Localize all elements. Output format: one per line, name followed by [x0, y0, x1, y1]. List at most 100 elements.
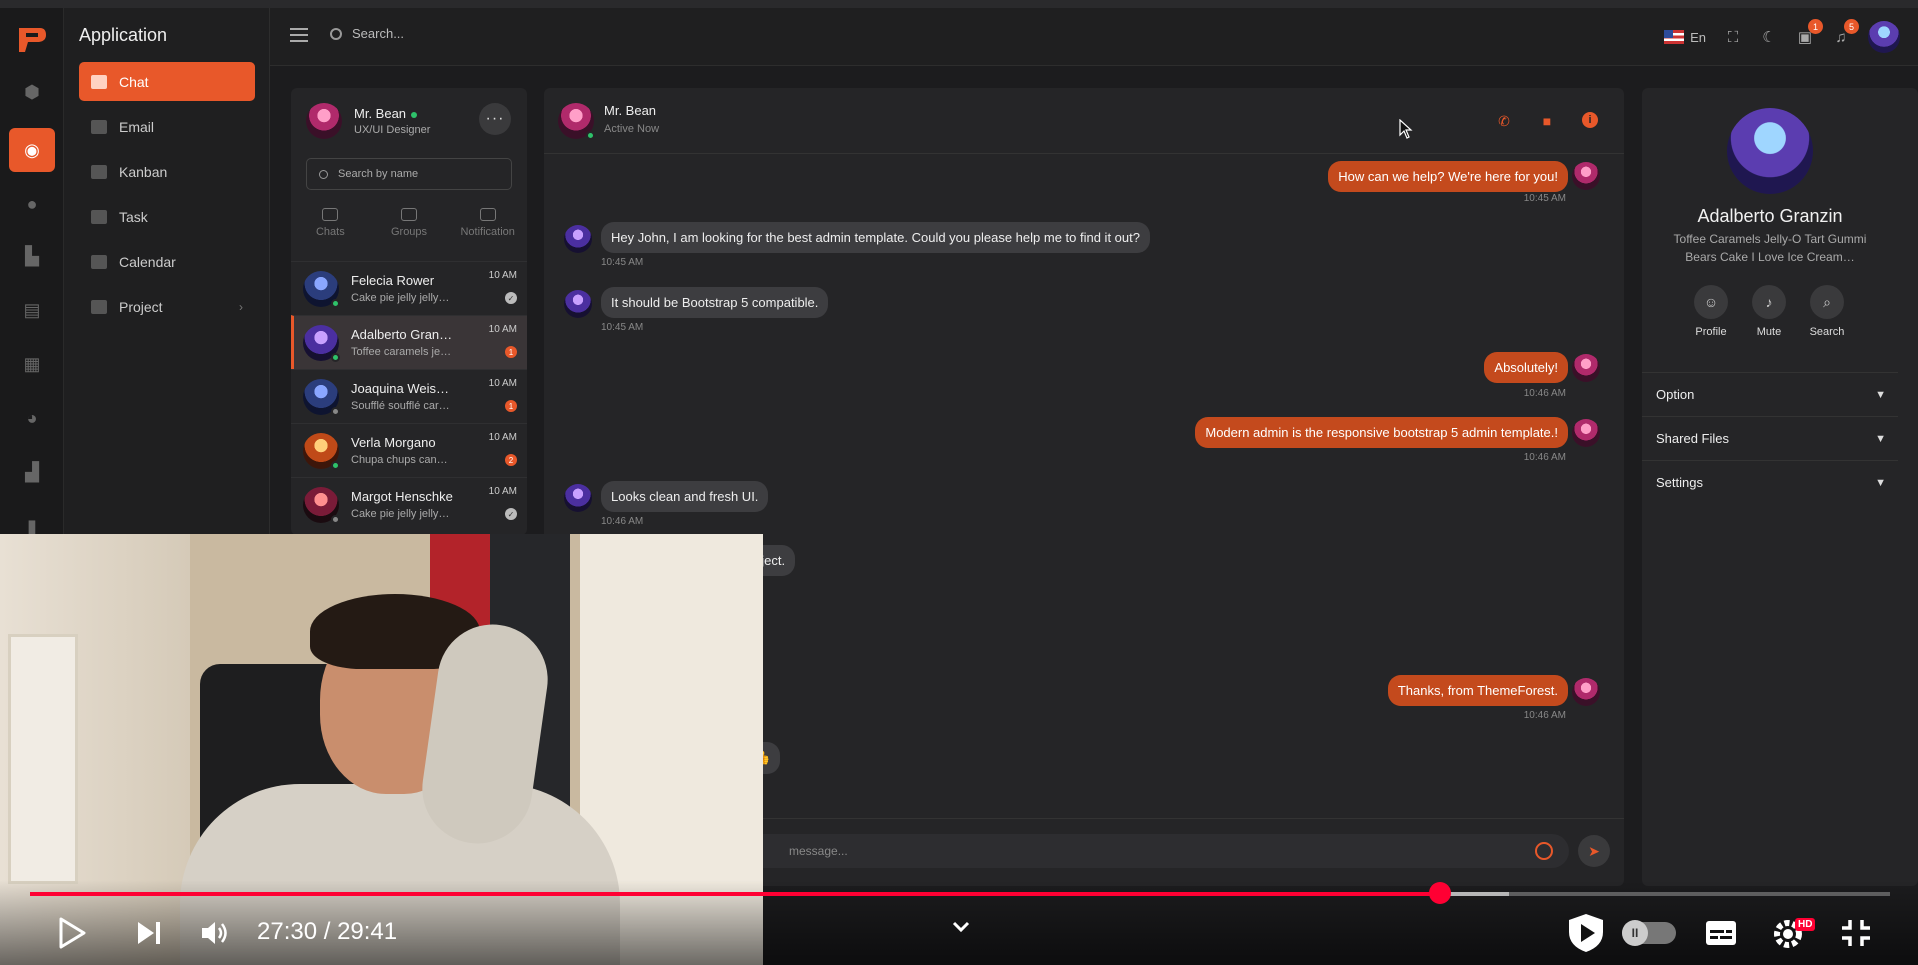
- contact-item[interactable]: Joaquina Weis… Soufflé soufflé car… 10 AM…: [291, 369, 527, 423]
- contact-item[interactable]: Verla Morgano Chupa chups can… 10 AM 2: [291, 423, 527, 477]
- read-check-icon: ✓: [505, 292, 517, 304]
- chevron-down-icon: ▼: [1875, 476, 1886, 489]
- search-icon: [330, 27, 342, 40]
- chat-icon: [91, 74, 107, 89]
- video-call-icon[interactable]: ■: [1538, 112, 1556, 130]
- chevron-down-icon[interactable]: [951, 920, 971, 934]
- top-header: Search... En ⛶ ☾ ▣ 1 ♫ 5: [270, 8, 1918, 66]
- autoplay-toggle[interactable]: II: [1622, 920, 1676, 946]
- video-progress-bar[interactable]: [30, 892, 1890, 896]
- message-avatar: [564, 290, 592, 318]
- menu-toggle-icon[interactable]: [290, 28, 308, 42]
- bell-icon: [479, 208, 496, 221]
- language-label[interactable]: En: [1690, 30, 1706, 45]
- info-icon[interactable]: i: [1582, 112, 1598, 128]
- message-incoming: Looks clean and fresh UI.: [601, 481, 769, 512]
- profile-avatar: [1727, 108, 1813, 194]
- message-avatar: [1572, 678, 1600, 706]
- send-button[interactable]: ➤: [1578, 835, 1610, 867]
- message-avatar: [564, 484, 592, 512]
- message-avatar: [1572, 419, 1600, 447]
- app-logo[interactable]: [16, 24, 48, 56]
- nav-chat[interactable]: Chat: [79, 62, 255, 101]
- nav-calendar[interactable]: Calendar: [79, 242, 255, 281]
- contact-avatar: [303, 378, 340, 416]
- contact-tabs: Chats Groups Notification: [291, 208, 527, 244]
- message-avatar: [1572, 162, 1600, 190]
- shared-files-section[interactable]: Shared Files ▼: [1642, 416, 1898, 460]
- exit-fullscreen-icon[interactable]: [1840, 918, 1872, 948]
- option-section[interactable]: Option ▼: [1642, 372, 1898, 416]
- video-timecode: 27:30 / 29:41: [257, 918, 398, 945]
- notification-badge: 5: [1844, 19, 1859, 34]
- play-icon[interactable]: [58, 917, 86, 949]
- nav-kanban[interactable]: Kanban: [79, 152, 255, 191]
- chevron-down-icon: ▼: [1875, 388, 1886, 401]
- more-options-button[interactable]: ···: [479, 103, 511, 135]
- message-outgoing: Thanks, from ThemeForest.: [1387, 675, 1568, 706]
- search-icon: [319, 169, 328, 179]
- profile-action-button[interactable]: ☺ Profile: [1688, 285, 1734, 338]
- widgets-icon[interactable]: ▦: [20, 352, 44, 376]
- tab-notification[interactable]: Notification: [448, 208, 527, 244]
- apps-icon[interactable]: ◉: [9, 128, 55, 172]
- bell-icon[interactable]: ♫ 5: [1832, 19, 1859, 46]
- profile-bio: Toffee Caramels Jelly-O Tart Gummi Bears…: [1673, 232, 1867, 264]
- contact-item[interactable]: Felecia Rower Cake pie jelly jelly… 10 AM…: [291, 261, 527, 315]
- nav-project[interactable]: Project ›: [79, 287, 255, 326]
- search-action-button[interactable]: ⌕ Search: [1804, 285, 1850, 338]
- tab-chats[interactable]: Chats: [291, 208, 370, 244]
- user-avatar[interactable]: [1868, 21, 1900, 53]
- tab-groups[interactable]: Groups: [370, 208, 449, 244]
- contact-search-input[interactable]: Search by name: [306, 158, 512, 190]
- fullscreen-icon[interactable]: ⛶: [1724, 28, 1742, 46]
- phone-icon[interactable]: ✆: [1495, 112, 1513, 130]
- message-avatar: [1572, 354, 1600, 382]
- pause-icon: II: [1622, 920, 1648, 946]
- us-flag-icon[interactable]: [1664, 30, 1685, 44]
- message-incoming: Hey John, I am looking for the best admi…: [601, 222, 1150, 253]
- pie-chart-icon[interactable]: ◕: [20, 406, 44, 430]
- online-indicator: [411, 111, 418, 118]
- message-outgoing: Absolutely!: [1484, 352, 1568, 383]
- profile-name: Adalberto Granzin: [1697, 206, 1843, 226]
- chat-partner-avatar[interactable]: [558, 103, 595, 140]
- mute-action-button[interactable]: ♪ Mute: [1746, 285, 1792, 338]
- bar-chart-icon[interactable]: ▟: [20, 460, 44, 484]
- shield-icon[interactable]: [1566, 912, 1606, 954]
- nav-task[interactable]: Task: [79, 197, 255, 236]
- contact-list: Felecia Rower Cake pie jelly jelly… 10 AM…: [291, 261, 527, 531]
- cart-icon[interactable]: ▣ 1: [1796, 19, 1823, 46]
- contact-avatar: [303, 432, 340, 470]
- page-icon[interactable]: ▤: [20, 298, 44, 322]
- chevron-right-icon: ›: [239, 299, 243, 314]
- contact-item[interactable]: Margot Henschke Cake pie jelly jelly… 10 …: [291, 477, 527, 531]
- dark-mode-icon[interactable]: ☾: [1760, 28, 1778, 46]
- volume-icon[interactable]: [200, 919, 232, 947]
- my-profile[interactable]: Mr. Bean UX/UI Designer: [306, 103, 430, 139]
- next-icon[interactable]: [135, 919, 163, 947]
- contact-avatar: [303, 486, 340, 524]
- form-icon[interactable]: ▙: [20, 244, 44, 268]
- unread-badge: 1: [505, 400, 517, 412]
- nav-email[interactable]: Email: [79, 107, 255, 146]
- profile-panel: Adalberto Granzin Toffee Caramels Jelly-…: [1642, 88, 1918, 886]
- settings-section[interactable]: Settings ▼: [1642, 460, 1898, 504]
- user-icon[interactable]: ●: [20, 192, 44, 216]
- chat-header: Mr. Bean Active Now ✆ ■ i: [544, 88, 1624, 154]
- box-icon[interactable]: ⬢: [20, 80, 44, 104]
- user-icon: ☺: [1694, 285, 1728, 319]
- scrubber-handle[interactable]: [1428, 882, 1451, 904]
- chat-partner-status: Active Now: [604, 123, 660, 135]
- my-avatar: [306, 103, 342, 139]
- emoji-icon[interactable]: [1535, 842, 1553, 860]
- mouse-cursor-icon: [1399, 119, 1413, 139]
- group-icon: [401, 208, 417, 221]
- message-incoming: It should be Bootstrap 5 compatible.: [601, 287, 829, 318]
- unread-badge: 2: [505, 454, 517, 466]
- top-strip: [0, 0, 1918, 8]
- subtitles-icon[interactable]: [1705, 920, 1737, 946]
- contact-item-selected[interactable]: Adalberto Gran… Toffee caramels je… 10 AM…: [291, 315, 527, 369]
- global-search[interactable]: Search...: [330, 26, 404, 41]
- bell-icon: ♪: [1752, 285, 1786, 319]
